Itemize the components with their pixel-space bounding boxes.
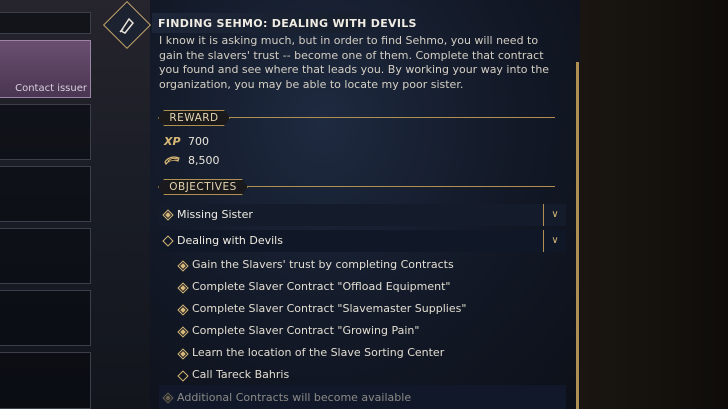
- scrollbar[interactable]: [576, 62, 579, 409]
- objective-status-icon: [162, 392, 174, 404]
- quest-list-item-label: Contact issuer: [15, 83, 87, 94]
- xp-icon: XP: [164, 135, 181, 148]
- xp-reward: XP 700: [164, 135, 209, 148]
- sub-objective-label: Complete Slaver Contract "Offload Equipm…: [192, 280, 451, 293]
- objective-status-icon: [162, 209, 174, 221]
- quest-list: Contact issuer: [0, 0, 93, 409]
- reward-section-label: REWARD: [158, 110, 230, 126]
- objective-group-label: Dealing with Devils: [177, 234, 283, 247]
- quest-description: I know it is asking much, but in order t…: [159, 34, 550, 91]
- sub-objective-label: Complete Slaver Contract "Slavemaster Su…: [192, 302, 467, 315]
- objectives-section-label: OBJECTIVES: [158, 179, 248, 195]
- quest-list-item-active[interactable]: Contact issuer: [0, 40, 91, 98]
- quest-list-item[interactable]: [0, 228, 91, 284]
- money-reward: 8,500: [164, 154, 220, 167]
- chevron-down-icon[interactable]: ∨: [543, 230, 566, 252]
- quest-list-item[interactable]: [0, 290, 91, 346]
- quest-list-item[interactable]: [0, 104, 91, 160]
- chevron-down-icon[interactable]: ∨: [543, 204, 566, 226]
- quest-list-item[interactable]: [0, 166, 91, 222]
- sub-objective-label: Call Tareck Bahris: [192, 368, 290, 381]
- quest-title: FINDING SEHMO: DEALING WITH DEVILS: [158, 17, 417, 30]
- quest-list-item[interactable]: [0, 352, 91, 409]
- sub-objective-label: Learn the location of the Slave Sorting …: [192, 346, 445, 359]
- pending-objective: Additional Contracts will become availab…: [159, 385, 566, 409]
- sub-objective-label: Gain the Slavers' trust by completing Co…: [192, 258, 454, 271]
- objective-group-label: Missing Sister: [177, 208, 253, 221]
- quest-list-item[interactable]: [0, 12, 91, 34]
- money-value: 8,500: [188, 154, 220, 167]
- objective-group-missing-sister[interactable]: Missing Sister ∨: [159, 204, 566, 226]
- sub-objective-label: Complete Slaver Contract "Growing Pain": [192, 324, 420, 337]
- pending-objective-label: Additional Contracts will become availab…: [177, 391, 412, 404]
- xp-value: 700: [188, 135, 209, 148]
- objective-group-dealing-with-devils[interactable]: Dealing with Devils ∨: [159, 230, 566, 252]
- objective-status-icon: [162, 235, 174, 247]
- coins-icon: [164, 154, 180, 167]
- scene-background: [580, 0, 728, 409]
